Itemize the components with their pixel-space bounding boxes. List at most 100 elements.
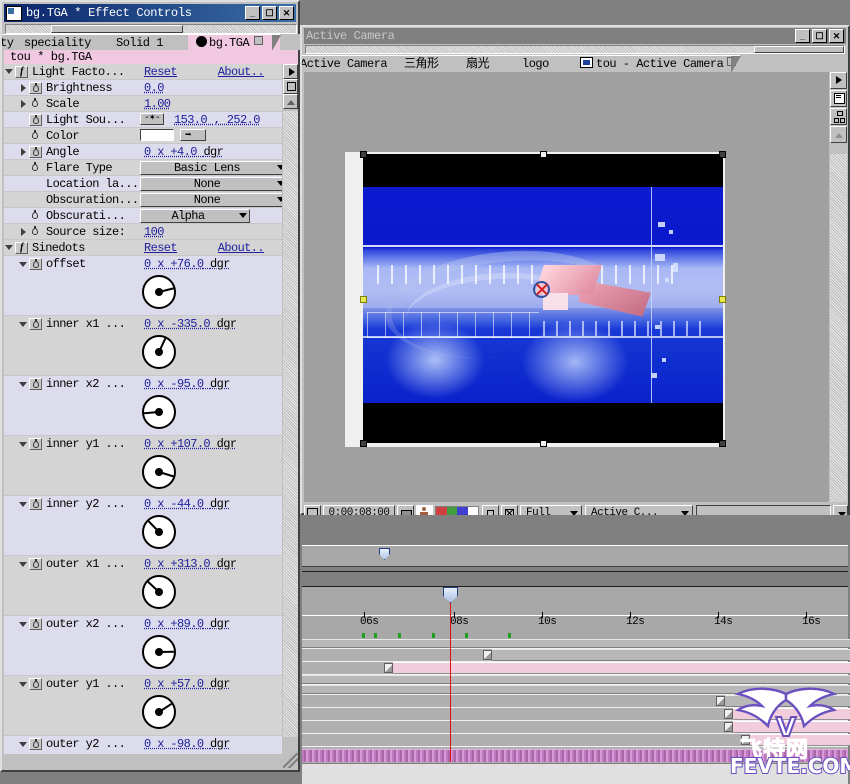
- keyframe-marker[interactable]: [508, 633, 511, 638]
- param-value[interactable]: 0 x +89.0 dgr: [144, 617, 230, 631]
- selection-handle-tr[interactable]: [719, 151, 726, 158]
- angle-dial[interactable]: [142, 575, 176, 609]
- timeline-layer-row[interactable]: [302, 695, 850, 708]
- effect-about-link[interactable]: About..: [218, 65, 265, 79]
- fx-tab-solid-1[interactable]: Solid 1: [108, 34, 201, 50]
- viewer-vscroll-track[interactable]: [830, 154, 847, 502]
- angle-dial-row[interactable]: [4, 752, 282, 754]
- color-swatch[interactable]: [140, 129, 174, 141]
- param-dropdown[interactable]: None: [140, 192, 282, 207]
- timeline-layer-row[interactable]: [302, 734, 850, 747]
- viewer-list-icon[interactable]: [830, 90, 847, 107]
- param-row[interactable]: inner y2 ... 0 x -44.0 dgr: [4, 496, 282, 512]
- viewer-hscroll-thumb[interactable]: [754, 46, 844, 53]
- param-dropdown[interactable]: Alpha: [140, 208, 250, 223]
- layer-in-point-handle[interactable]: [483, 650, 492, 660]
- expand-arrow-icon[interactable]: [283, 64, 298, 79]
- viewer-scroll-up-button[interactable]: [830, 126, 847, 143]
- selection-handle-bc[interactable]: [540, 440, 547, 447]
- param-row[interactable]: Source size: 100: [4, 224, 282, 240]
- param-row[interactable]: Scale 1.00: [4, 96, 282, 112]
- stopwatch-icon[interactable]: [29, 378, 42, 390]
- stopwatch-icon[interactable]: [29, 738, 42, 750]
- viewer-expand-arrow-icon[interactable]: [830, 72, 847, 89]
- param-twirl-icon[interactable]: [18, 98, 29, 109]
- selection-handle-mr[interactable]: [719, 296, 726, 303]
- stopwatch-icon[interactable]: [29, 558, 42, 570]
- stopwatch-icon[interactable]: [29, 161, 42, 174]
- viewer-tab-close-box[interactable]: [727, 57, 737, 66]
- effect-controls-hscrollbar[interactable]: [5, 24, 297, 34]
- stopwatch-icon[interactable]: [29, 498, 42, 510]
- selection-handle-bl[interactable]: [360, 440, 367, 447]
- param-row[interactable]: inner y1 ... 0 x +107.0 dgr: [4, 436, 282, 452]
- stopwatch-icon[interactable]: [29, 129, 42, 142]
- effect-fx-icon[interactable]: f: [15, 241, 28, 254]
- close-button[interactable]: ✕: [279, 6, 294, 20]
- param-dropdown[interactable]: None: [140, 176, 282, 191]
- param-twirl-icon[interactable]: [18, 226, 29, 237]
- stopwatch-icon[interactable]: [29, 258, 42, 270]
- viewer-hierarchy-icon[interactable]: [830, 108, 847, 125]
- stopwatch-icon[interactable]: [29, 97, 42, 110]
- keyframe-marker[interactable]: [374, 633, 377, 638]
- param-value[interactable]: 0 x -95.0 dgr: [144, 377, 230, 391]
- timeline-layer-row[interactable]: [302, 721, 850, 734]
- angle-dial[interactable]: [142, 395, 176, 429]
- param-value[interactable]: 0 x -44.0 dgr: [144, 497, 230, 511]
- angle-dial-row[interactable]: [4, 632, 282, 676]
- stopwatch-icon[interactable]: [29, 145, 42, 158]
- stopwatch-icon[interactable]: [29, 618, 42, 630]
- param-value[interactable]: 0 x +57.0 dgr: [144, 677, 230, 691]
- composition-canvas[interactable]: [363, 154, 723, 443]
- layer-in-point-handle[interactable]: [724, 709, 733, 719]
- viewer-titlebar[interactable]: Active Camera _ ☐ ✕: [304, 28, 846, 44]
- param-twirl-icon[interactable]: [18, 559, 29, 570]
- param-twirl-icon[interactable]: [18, 439, 29, 450]
- maximize-button[interactable]: ☐: [262, 6, 277, 20]
- param-row[interactable]: inner x2 ... 0 x -95.0 dgr: [4, 376, 282, 392]
- layer-in-point-handle[interactable]: [724, 722, 733, 732]
- effect-twirl-icon[interactable]: [4, 66, 15, 77]
- anchor-point-icon[interactable]: [533, 280, 551, 298]
- param-value[interactable]: 0 x +4.0 dgr: [144, 145, 224, 159]
- stopwatch-icon[interactable]: [29, 678, 42, 690]
- resize-grip[interactable]: [283, 753, 298, 768]
- selection-handle-tc[interactable]: [540, 151, 547, 158]
- angle-dial[interactable]: [142, 455, 176, 489]
- angle-dial-row[interactable]: [4, 272, 282, 316]
- fx-tab-bg-tga[interactable]: bg.TGA: [188, 34, 281, 50]
- param-twirl-icon[interactable]: [18, 379, 29, 390]
- param-row[interactable]: Brightness 0.0: [4, 80, 282, 96]
- effect-twirl-icon[interactable]: [4, 242, 15, 253]
- layer-duration-bar[interactable]: [716, 695, 850, 707]
- viewer-maximize-button[interactable]: ☐: [812, 29, 827, 43]
- layer-duration-bar[interactable]: [302, 685, 850, 694]
- keyframe-marker[interactable]: [398, 633, 401, 638]
- param-twirl-icon[interactable]: [18, 499, 29, 510]
- angle-dial-row[interactable]: [4, 392, 282, 436]
- angle-dial[interactable]: [142, 635, 176, 669]
- playhead[interactable]: [443, 587, 458, 762]
- layer-duration-bar[interactable]: [724, 708, 850, 720]
- param-row[interactable]: Location la... None: [4, 176, 282, 192]
- layer-duration-bar[interactable]: [384, 662, 850, 674]
- param-value[interactable]: 0 x -335.0 dgr: [144, 317, 237, 331]
- vscroll-track[interactable]: [283, 111, 298, 737]
- angle-dial-row[interactable]: [4, 572, 282, 616]
- viewer-hscrollbar[interactable]: [305, 45, 845, 54]
- stopwatch-icon[interactable]: [29, 318, 42, 330]
- param-row[interactable]: Obscurati... Alpha: [4, 208, 282, 224]
- layer-duration-bar[interactable]: [302, 639, 850, 648]
- layer-duration-bar[interactable]: [483, 649, 850, 661]
- angle-dial-row[interactable]: [4, 452, 282, 496]
- keyframe-marker[interactable]: [465, 633, 468, 638]
- param-row[interactable]: outer x2 ... 0 x +89.0 dgr: [4, 616, 282, 632]
- timeline-layer-row[interactable]: [302, 708, 850, 721]
- param-value[interactable]: 0 x +107.0 dgr: [144, 437, 237, 451]
- param-dropdown[interactable]: Basic Lens: [140, 160, 282, 175]
- param-value[interactable]: 0.0: [144, 81, 164, 95]
- timeline-layer-row[interactable]: [302, 662, 850, 675]
- composition-frame[interactable]: [345, 151, 726, 447]
- selection-handle-tl[interactable]: [360, 151, 367, 158]
